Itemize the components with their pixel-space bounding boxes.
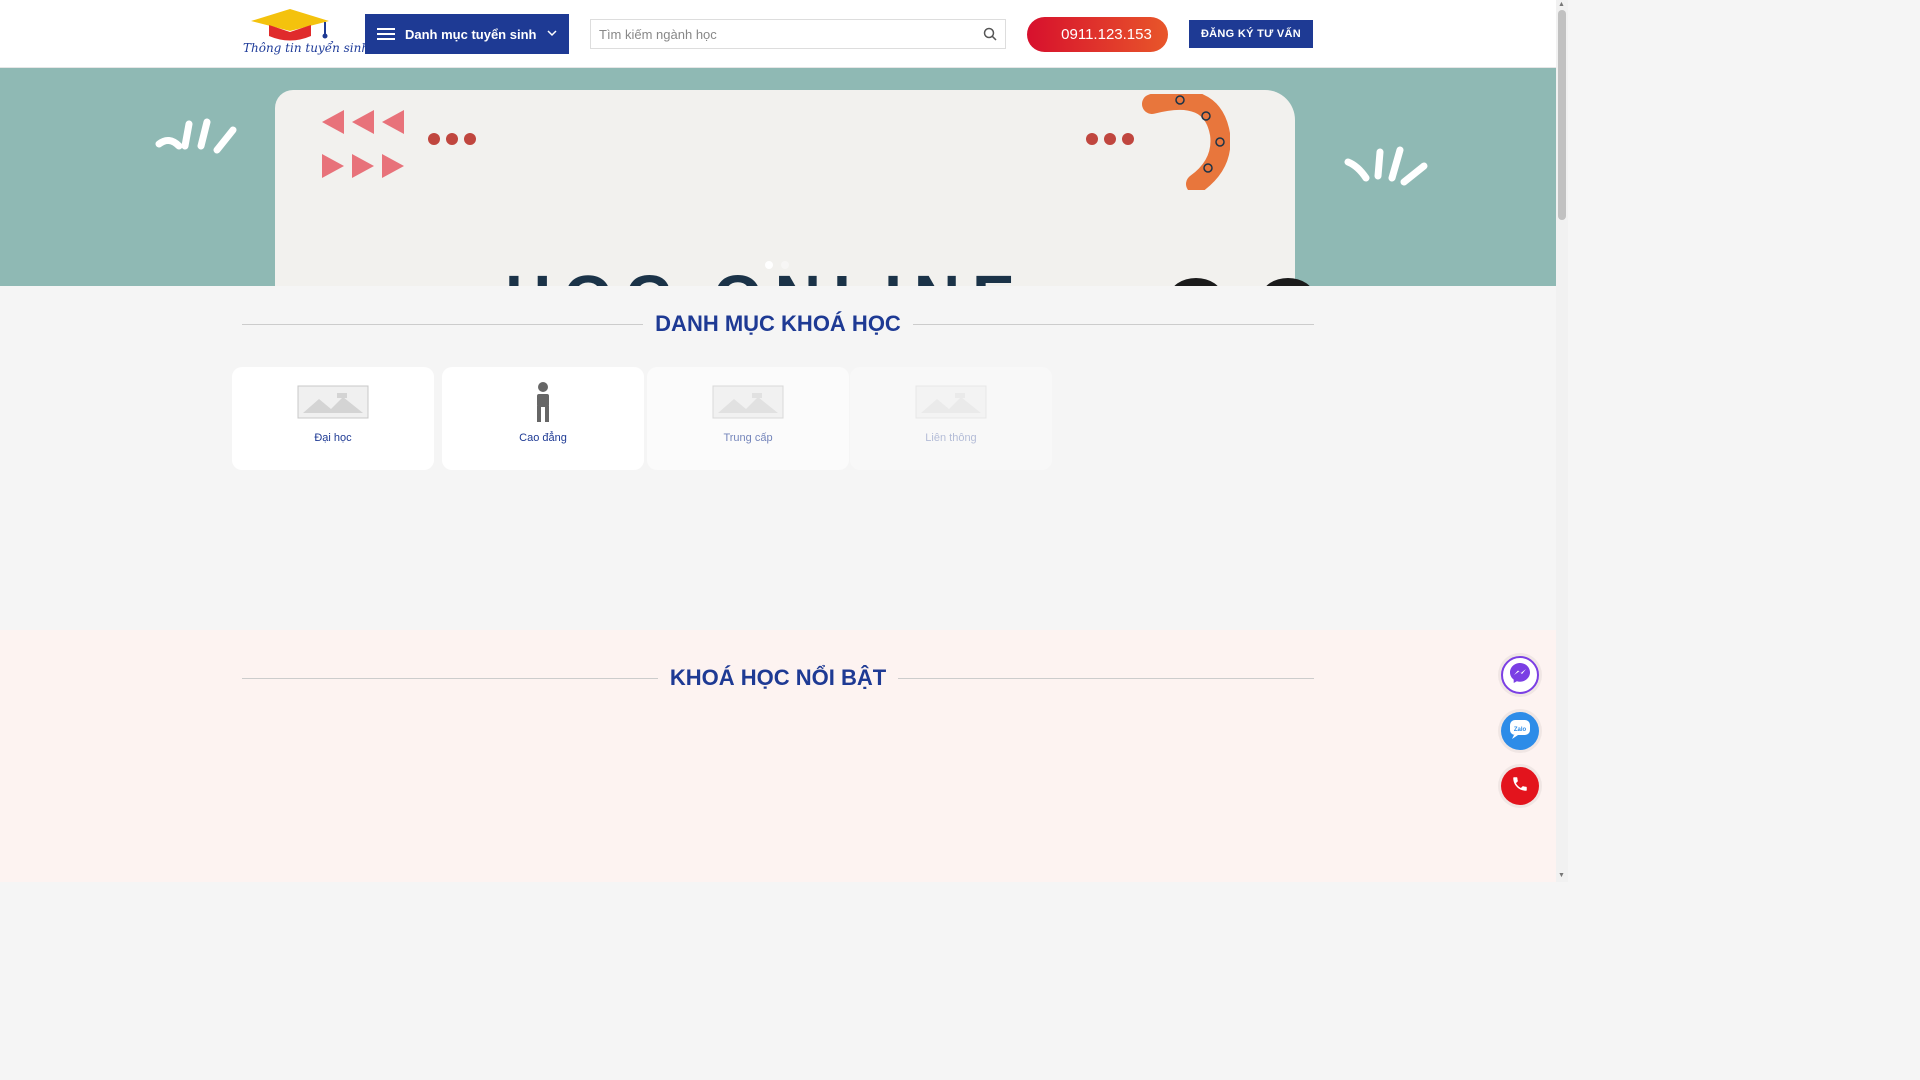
category-section-heading: DANH MỤC KHOÁ HỌC [655, 311, 901, 336]
category-label: Liên thông [925, 432, 977, 444]
divider [898, 677, 1315, 679]
featured-section-heading: KHOÁ HỌC NỔI BẬT [669, 665, 887, 690]
page-scrollbar[interactable]: ▲ ▼ [1556, 0, 1568, 882]
arrow-right-decoration [322, 154, 344, 178]
category-card-cao-dang[interactable]: Cao đẳng [442, 367, 644, 470]
category-label: Đại học [314, 432, 352, 444]
divider [242, 323, 644, 325]
category-label: Cao đẳng [519, 432, 567, 444]
swirl-decoration [1142, 94, 1230, 190]
messenger-button[interactable] [1501, 656, 1539, 694]
dots-decoration [1086, 133, 1134, 145]
category-card-dai-hoc[interactable]: Đại học [232, 367, 434, 470]
zalo-button[interactable]: Zalo [1501, 712, 1539, 750]
scroll-up-arrow-icon[interactable]: ▲ [1558, 1, 1565, 8]
chevron-down-icon [547, 29, 557, 40]
search-input[interactable] [591, 20, 975, 48]
dots-decoration [428, 133, 476, 145]
logo-text: Thông tin tuyển sinh [243, 41, 370, 55]
sparkle-decoration-right [1344, 146, 1428, 186]
site-logo[interactable]: Thông tin tuyển sinh [243, 7, 370, 61]
messenger-icon [1508, 661, 1532, 690]
image-placeholder-icon [712, 381, 784, 423]
category-menu-button[interactable]: Danh mục tuyển sinh [365, 14, 569, 54]
zalo-icon: Zalo [1508, 718, 1532, 745]
graduation-cap-icon [251, 9, 329, 41]
category-label: Trung cấp [723, 432, 773, 444]
arrow-right-decoration [352, 154, 374, 178]
scrollbar-thumb[interactable] [1558, 10, 1566, 220]
divider [912, 323, 1314, 325]
hotline-button[interactable]: 0911.123.153 [1027, 17, 1168, 52]
slide-dot-2[interactable] [781, 261, 789, 269]
category-card-trung-cap[interactable]: Trung cấp [647, 367, 849, 470]
hamburger-icon [377, 28, 395, 40]
register-consult-button[interactable]: ĐĂNG KÝ TƯ VẤN [1189, 20, 1313, 48]
arrow-right-decoration [382, 154, 404, 178]
phone-icon [1511, 775, 1529, 798]
site-header: Thông tin tuyển sinh Danh mục tuyển sinh… [0, 0, 1556, 68]
svg-text:Zalo: Zalo [1514, 727, 1527, 733]
person-icon [528, 381, 558, 423]
sparkle-decoration-left [155, 118, 237, 154]
featured-section-title: KHOÁ HỌC NỔI BẬT [242, 663, 1315, 693]
category-card-lien-thong[interactable]: Liên thông [850, 367, 1052, 470]
arrow-left-decoration [352, 110, 374, 134]
search-box [590, 19, 1006, 49]
category-menu-label: Danh mục tuyển sinh [405, 26, 537, 42]
hero-banner[interactable]: HỌC ONLINE [0, 68, 1556, 286]
decorative-blobs [1174, 278, 1310, 286]
divider [242, 677, 658, 679]
category-section-title: DANH MỤC KHOÁ HỌC [242, 309, 1314, 339]
arrow-left-decoration [382, 110, 404, 134]
image-placeholder-icon [915, 381, 987, 423]
scroll-down-arrow-icon[interactable]: ▼ [1558, 872, 1565, 879]
image-placeholder-icon [297, 381, 369, 423]
call-button[interactable] [1501, 767, 1539, 805]
arrow-left-decoration [322, 110, 344, 134]
slide-dot-1[interactable] [765, 261, 773, 269]
search-icon[interactable] [975, 20, 1005, 48]
